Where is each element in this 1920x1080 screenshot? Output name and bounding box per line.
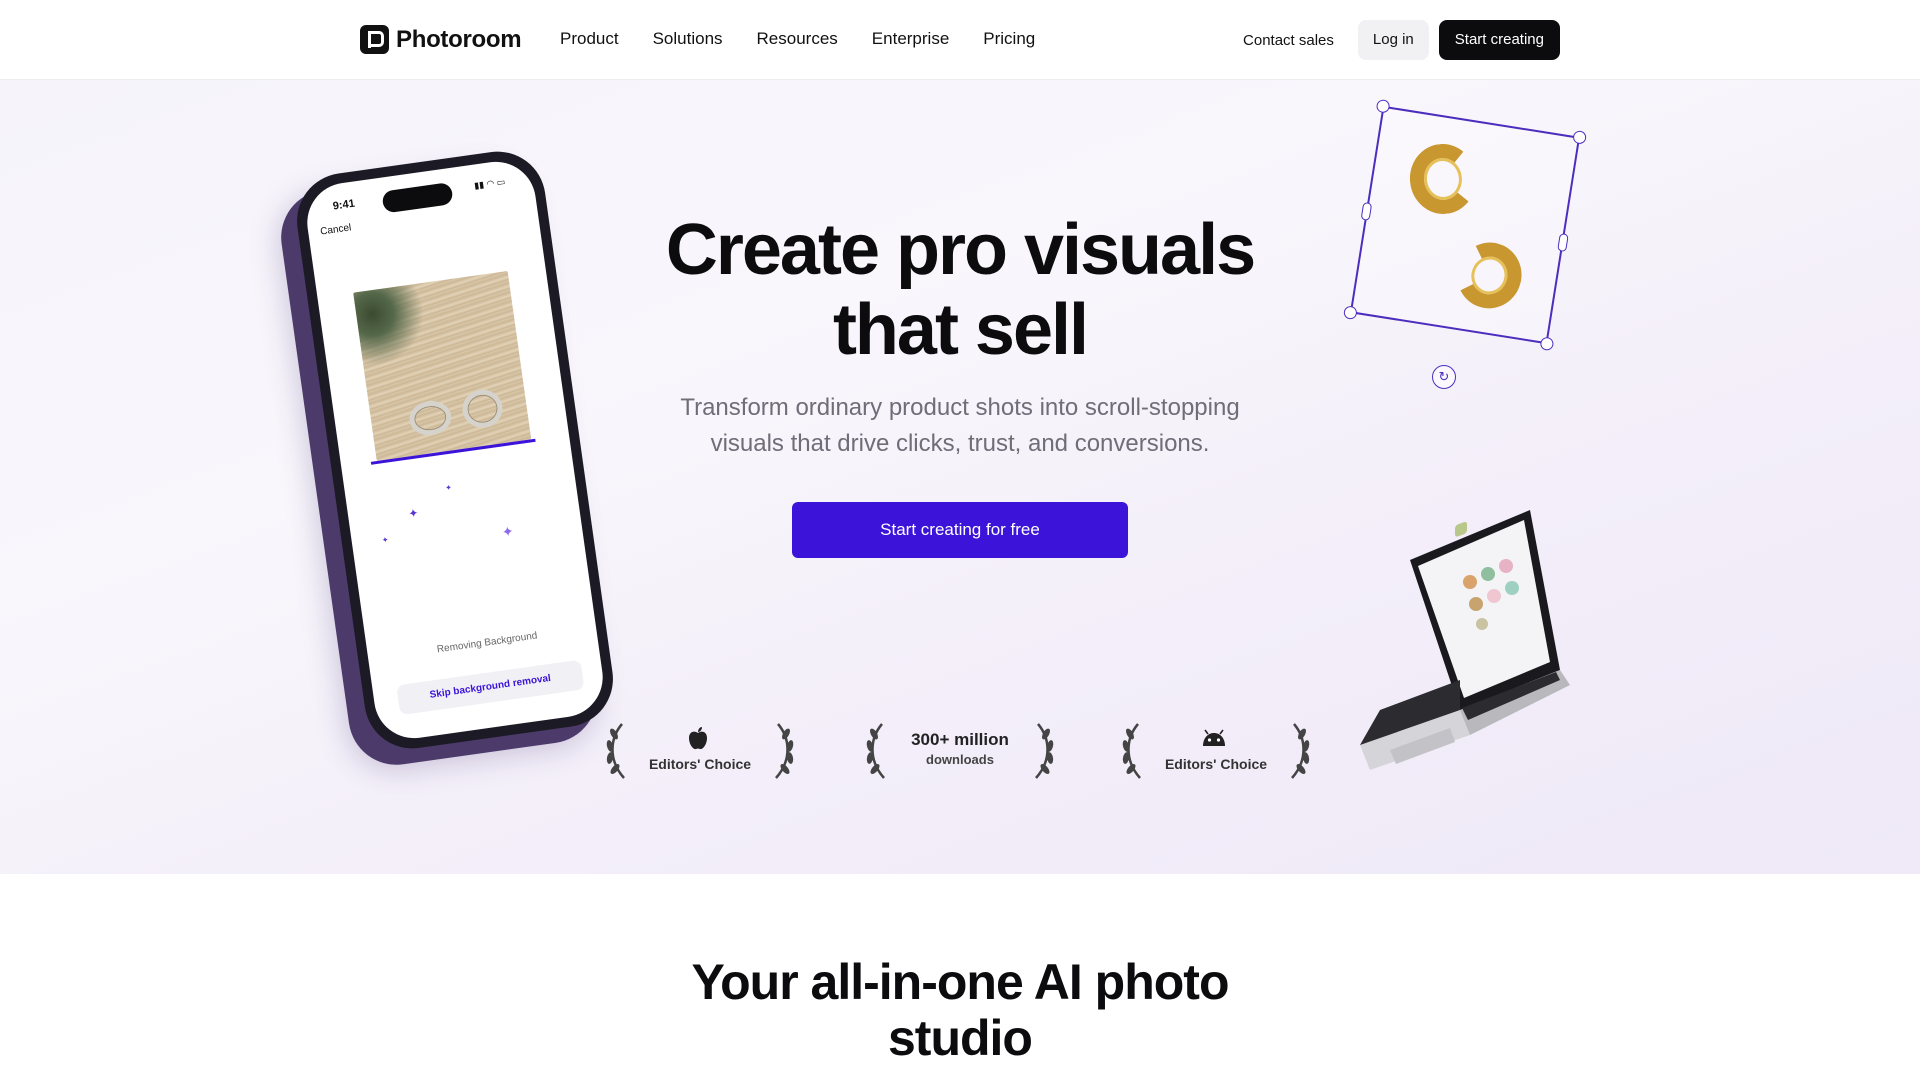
screen-thumbnail (1505, 581, 1519, 595)
gold-earring (1448, 233, 1531, 318)
downloads-count: 300+ million (911, 730, 1009, 749)
phone-cancel-button: Cancel (319, 222, 352, 238)
headline-line-2: that sell (832, 290, 1089, 370)
laptop-mockup (1360, 510, 1570, 770)
photo-earring-left (407, 398, 454, 438)
laurel-left-icon (866, 723, 885, 779)
screen-thumbnail (1469, 597, 1483, 611)
android-icon (1203, 729, 1225, 746)
headline-line-1: Create pro visuals (665, 210, 1256, 290)
side-handle (1557, 232, 1569, 253)
hero-subtitle: Transform ordinary product shots into sc… (640, 390, 1280, 462)
menu-item-pricing[interactable]: Pricing (983, 29, 1035, 49)
contact-sales-link[interactable]: Contact sales (1229, 22, 1348, 59)
log-in-button[interactable]: Log in (1357, 20, 1429, 60)
start-creating-button[interactable]: Start creating (1438, 20, 1560, 60)
screen-thumbnail (1463, 575, 1477, 589)
screen-thumbnail (1481, 567, 1495, 581)
skip-background-removal-button: Skip background removal (396, 659, 585, 716)
award-app-store: Editors' Choice (600, 720, 800, 784)
apple-icon (689, 727, 707, 750)
resize-handle (1572, 129, 1588, 145)
laurel-right-icon (1035, 723, 1054, 779)
screen-thumbnail (1487, 589, 1501, 603)
section-title-line-2: studio (888, 1010, 1033, 1066)
subtitle-line-2: visuals that drive clicks, trust, and co… (710, 430, 1210, 457)
subtitle-line-1: Transform ordinary product shots into sc… (680, 394, 1240, 421)
screen-thumbnail (1499, 559, 1513, 573)
brand-logo[interactable]: Photoroom (360, 25, 522, 54)
resize-handle (1375, 98, 1391, 114)
gold-earring (1406, 140, 1480, 218)
award-label: Editors' Choice (1164, 756, 1268, 772)
laurel-left-icon (606, 723, 625, 779)
start-creating-free-button[interactable]: Start creating for free (792, 502, 1128, 558)
award-label: Editors' Choice (648, 756, 752, 772)
menu-item-solutions[interactable]: Solutions (653, 29, 723, 49)
menu-item-enterprise[interactable]: Enterprise (872, 29, 949, 49)
removing-background-status: Removing Background (436, 630, 539, 656)
rotate-icon: ↻ (1432, 365, 1456, 389)
laurel-right-icon (775, 723, 794, 779)
dynamic-island (381, 181, 454, 214)
menu-item-resources[interactable]: Resources (757, 29, 838, 49)
nav-actions: Contact sales Log in Start creating (1229, 20, 1560, 60)
phone-status-icons: ▮▮ ◠ ▭ (473, 176, 506, 191)
photoroom-logo-icon (360, 25, 389, 54)
award-downloads: 300+ million downloads (860, 720, 1060, 784)
downloads-label: downloads (926, 752, 994, 767)
section-title-line-1: Your all-in-one AI photo (691, 954, 1229, 1010)
menu-item-product[interactable]: Product (560, 29, 619, 49)
section-title: Your all-in-one AI photo studio (640, 954, 1280, 1066)
sparkle-icon: ✦ (381, 535, 390, 546)
top-navigation: Photoroom Product Solutions Resources En… (0, 0, 1920, 80)
photo-plant (353, 281, 444, 372)
awards-row: Editors' Choice 300+ million downloads E… (600, 720, 1320, 784)
sparkle-icon: ✦ (500, 522, 515, 541)
laurel-left-icon (1122, 723, 1141, 779)
brand-name: Photoroom (396, 25, 522, 53)
phone-time: 9:41 (332, 197, 356, 213)
laurel-right-icon (1291, 723, 1310, 779)
resize-handle (1539, 336, 1555, 352)
main-menu: Product Solutions Resources Enterprise P… (560, 29, 1035, 49)
product-photo (353, 270, 532, 461)
screen-thumbnail (1476, 618, 1488, 630)
award-google-play: Editors' Choice (1116, 720, 1316, 784)
sparkle-icon: ✦ (407, 505, 420, 522)
earrings-selection-box (1342, 98, 1588, 352)
hero-headline: Create pro visuals that sell (560, 210, 1360, 370)
photo-earring-right (460, 387, 505, 431)
sparkle-icon: ✦ (444, 482, 453, 493)
side-handle (1360, 201, 1373, 222)
features-section: Your all-in-one AI photo studio (0, 874, 1920, 1080)
hero-section: 9:41 ▮▮ ◠ ▭ Cancel ✦ ✦ ✦ ✦ Removing Back… (0, 80, 1920, 874)
